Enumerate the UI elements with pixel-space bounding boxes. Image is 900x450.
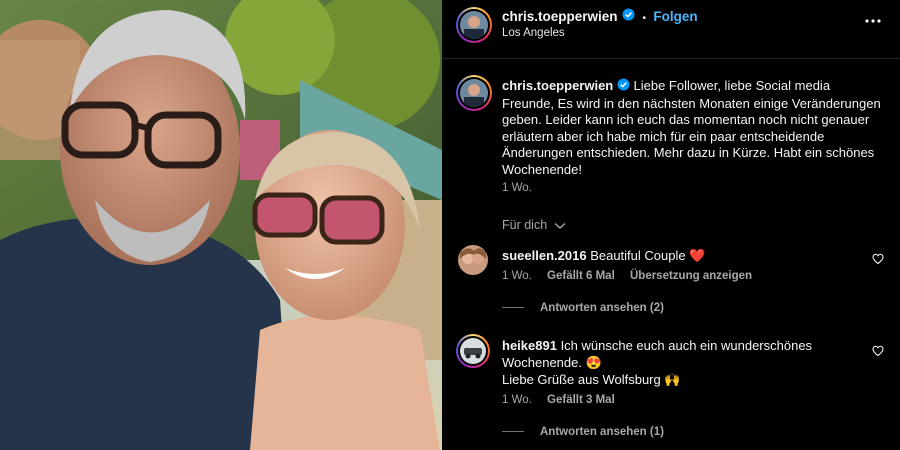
caption-username[interactable]: chris.toepperwien <box>502 78 613 93</box>
comment-text: Beautiful Couple ❤️ <box>590 248 706 263</box>
comment-text-line1: Ich wünsche euch auch ein wunderschönes <box>560 338 813 353</box>
reply-line <box>502 307 524 309</box>
commenter-avatar[interactable] <box>458 245 488 275</box>
follow-button[interactable]: Folgen <box>653 9 697 24</box>
post-caption: chris.toepperwien Liebe Follower, liebe … <box>502 78 884 179</box>
comment-text-line2: Wochenende. 😍 <box>502 355 602 370</box>
author-avatar[interactable] <box>456 7 492 43</box>
separator-dot: • <box>642 13 646 25</box>
post-panel: chris.toepperwien • Folgen Los Angeles c… <box>442 0 900 450</box>
reply-line <box>502 431 524 433</box>
author-username[interactable]: chris.toepperwien <box>502 9 618 24</box>
post-photo[interactable] <box>0 0 442 450</box>
for-you-label: Für dich <box>502 218 548 232</box>
like-heart-icon[interactable] <box>872 252 884 270</box>
post-header: chris.toepperwien • Folgen Los Angeles <box>442 0 900 59</box>
verified-badge-icon <box>617 78 630 96</box>
comment-username[interactable]: sueellen.2016 <box>502 248 587 263</box>
view-replies-button[interactable]: Antworten ansehen (1) <box>502 426 664 438</box>
commenter-avatar[interactable] <box>456 334 490 368</box>
caption-avatar[interactable] <box>456 75 492 111</box>
more-options-icon[interactable] <box>864 12 882 35</box>
comment-likes[interactable]: Gefällt 3 Mal <box>547 394 615 406</box>
for-you-dropdown[interactable]: Für dich <box>502 218 566 232</box>
like-heart-icon[interactable] <box>872 344 884 362</box>
comment-text-line3: Liebe Grüße aus Wolfsburg 🙌 <box>502 372 681 387</box>
view-replies-label: Antworten ansehen (1) <box>540 426 664 438</box>
comment-username[interactable]: heike891 <box>502 338 557 353</box>
comment-likes[interactable]: Gefällt 6 Mal <box>547 270 615 282</box>
location-link[interactable]: Los Angeles <box>502 27 565 39</box>
selfie-image <box>0 0 442 450</box>
caption-timestamp[interactable]: 1 Wo. <box>502 182 532 194</box>
chevron-down-icon <box>551 218 566 232</box>
comment-timestamp[interactable]: 1 Wo. <box>502 270 532 282</box>
comment-timestamp[interactable]: 1 Wo. <box>502 394 532 406</box>
view-replies-label: Antworten ansehen (2) <box>540 302 664 314</box>
verified-badge-icon <box>622 8 635 26</box>
view-replies-button[interactable]: Antworten ansehen (2) <box>502 302 664 314</box>
translate-link[interactable]: Übersetzung anzeigen <box>630 270 752 282</box>
